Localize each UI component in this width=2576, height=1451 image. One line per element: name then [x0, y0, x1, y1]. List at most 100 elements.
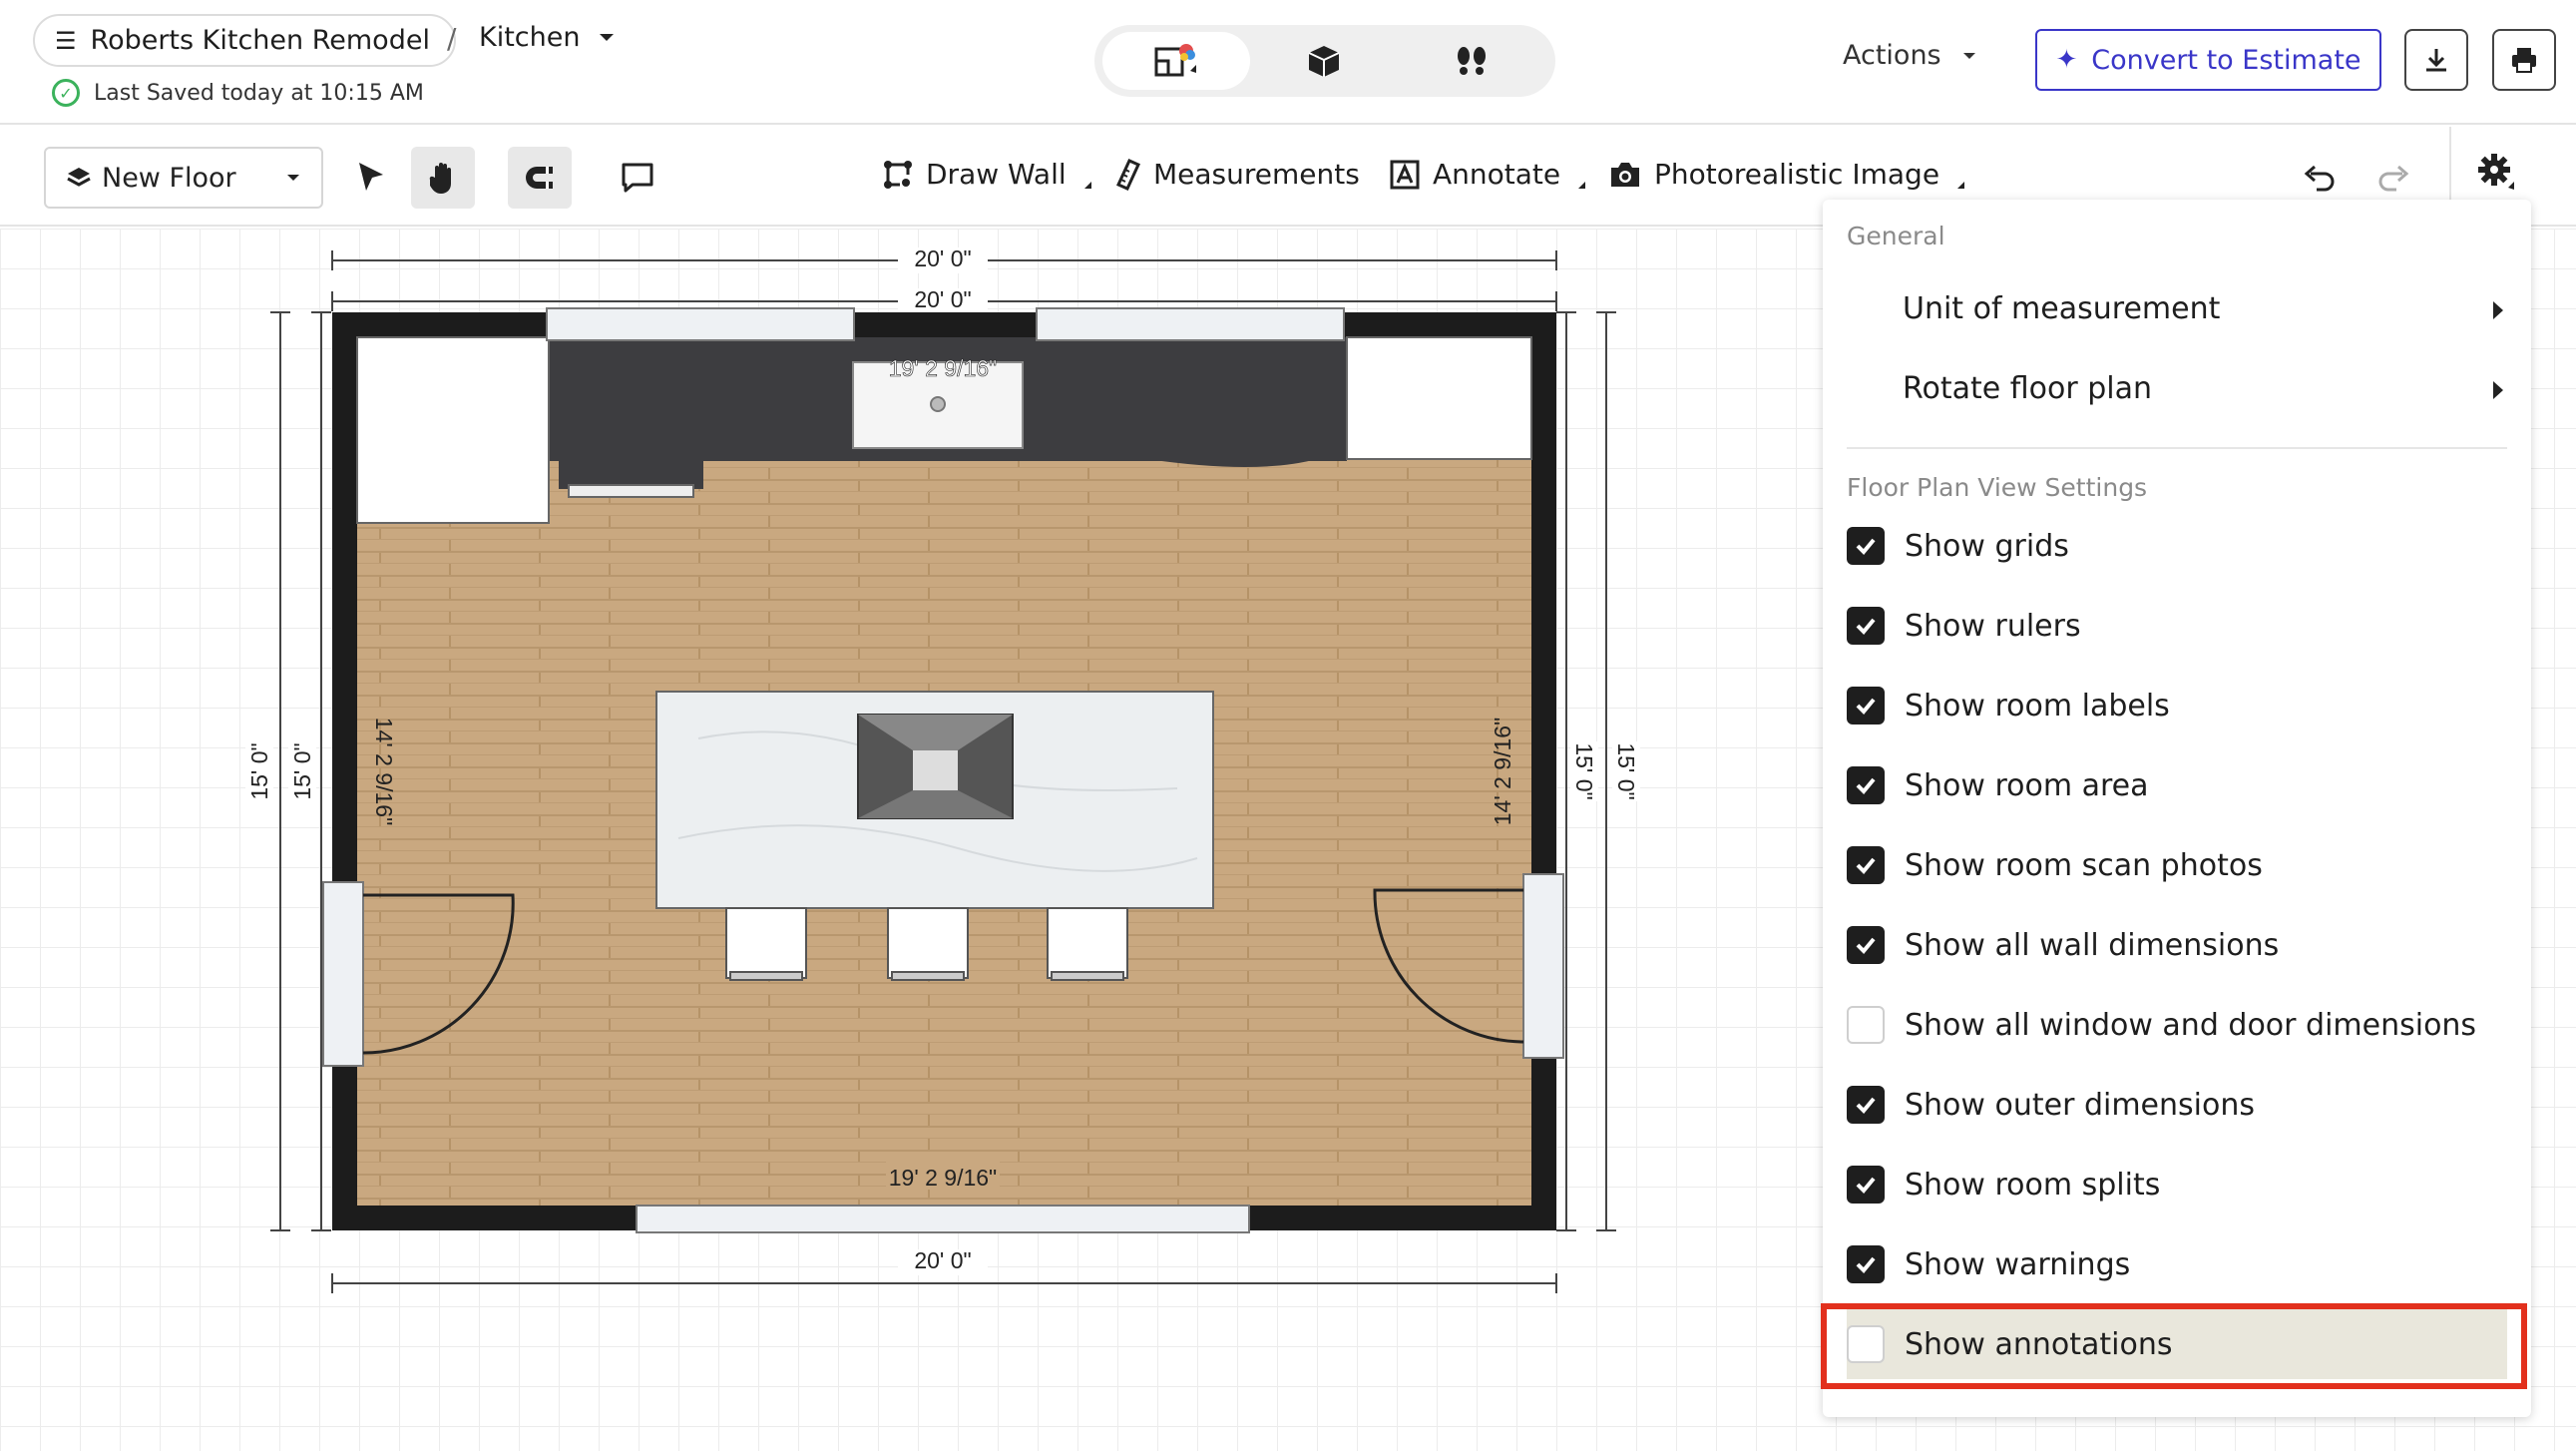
- actions-menu[interactable]: Actions: [1843, 40, 1977, 71]
- checkbox-checked-icon[interactable]: [1847, 687, 1885, 725]
- checkbox-checked-icon[interactable]: [1847, 846, 1885, 884]
- view-option-show-all-wall-dimensions[interactable]: Show all wall dimensions: [1847, 910, 2507, 980]
- view-option-show-room-scan-photos[interactable]: Show room scan photos: [1847, 830, 2507, 900]
- view-option-show-room-splits[interactable]: Show room splits: [1847, 1150, 2507, 1219]
- window[interactable]: [546, 307, 855, 341]
- room-selector[interactable]: Kitchen: [479, 22, 616, 53]
- left-outer-dimension: 15' 0": [246, 742, 272, 799]
- floor-selector[interactable]: New Floor: [44, 147, 323, 209]
- general-heading: General: [1847, 222, 1945, 250]
- checkbox-checked-icon[interactable]: [1847, 607, 1885, 645]
- view-option-show-grids[interactable]: Show grids: [1847, 511, 2507, 581]
- right-inner-dimension: 15' 0": [1571, 742, 1597, 799]
- view-option-show-room-labels[interactable]: Show room labels: [1847, 671, 2507, 740]
- print-button[interactable]: [2492, 29, 2556, 91]
- view-option-show-room-area[interactable]: Show room area: [1847, 750, 2507, 820]
- unit-of-measurement-item[interactable]: Unit of measurement: [1903, 291, 2501, 326]
- inner-top-dimension: 20' 0": [914, 286, 971, 312]
- checkbox-checked-icon[interactable]: [1847, 1086, 1885, 1124]
- door-frame[interactable]: [1522, 873, 1564, 1059]
- menu-divider: [1847, 447, 2507, 449]
- annotate-tool[interactable]: Annotate: [1389, 158, 1586, 191]
- draw-wall-icon: [884, 160, 912, 189]
- pan-tool[interactable]: [411, 147, 475, 209]
- door-frame[interactable]: [322, 881, 364, 1067]
- measurements-label: Measurements: [1153, 158, 1360, 191]
- magnet-icon: [526, 167, 553, 189]
- right-wall-label: 14' 2 9/16": [1490, 718, 1515, 825]
- settings-button[interactable]: [2464, 141, 2528, 203]
- top-header: ☰ Roberts Kitchen Remodel / Kitchen ✓ La…: [0, 0, 2576, 125]
- checkbox-checked-icon[interactable]: [1847, 527, 1885, 565]
- project-name: Roberts Kitchen Remodel: [90, 25, 430, 56]
- view-settings-heading: Floor Plan View Settings: [1847, 473, 2148, 502]
- window[interactable]: [636, 1205, 1250, 1233]
- cube-icon: [1308, 46, 1340, 77]
- redo-icon: [2378, 165, 2409, 192]
- checkbox-checked-icon[interactable]: [1847, 926, 1885, 964]
- chevron-right-icon: [2493, 381, 2503, 399]
- draw-wall-tool[interactable]: Draw Wall: [882, 158, 1091, 191]
- ruler-icon: [1116, 158, 1140, 191]
- left-wall-label: 14' 2 9/16": [371, 718, 397, 825]
- comment-tool[interactable]: [606, 147, 669, 209]
- convert-to-estimate-button[interactable]: ✦ Convert to Estimate: [2035, 29, 2381, 91]
- window[interactable]: [1036, 307, 1345, 341]
- undo-icon: [2304, 165, 2335, 192]
- view-option-label: Show outer dimensions: [1905, 1087, 2255, 1123]
- check-circle-icon: ✓: [52, 79, 80, 107]
- measurements-tool[interactable]: Measurements: [1115, 158, 1360, 191]
- bottom-dimension: 20' 0": [914, 1247, 971, 1273]
- draw-wall-label: Draw Wall: [926, 158, 1067, 191]
- photorealistic-image-tool[interactable]: Photorealistic Image: [1608, 158, 1965, 191]
- snap-toggle[interactable]: [508, 147, 572, 209]
- checkbox-checked-icon[interactable]: [1847, 766, 1885, 804]
- view-mode-toggle: [1094, 25, 1555, 97]
- annotate-label: Annotate: [1433, 158, 1561, 191]
- hand-icon: [429, 163, 451, 194]
- highlight-annotation-box: [1821, 1303, 2527, 1389]
- select-tool[interactable]: [339, 147, 403, 209]
- view-option-label: Show all window and door dimensions: [1905, 1007, 2477, 1043]
- unit-label: Unit of measurement: [1903, 291, 2221, 326]
- view-option-show-rulers[interactable]: Show rulers: [1847, 591, 2507, 661]
- pointer-icon: [359, 163, 383, 191]
- checkbox-checked-icon[interactable]: [1847, 1166, 1885, 1204]
- rotate-floor-plan-item[interactable]: Rotate floor plan: [1903, 371, 2501, 406]
- floorplan-2d-view-button[interactable]: [1102, 32, 1250, 90]
- right-outer-dimension: 15' 0": [1613, 742, 1639, 799]
- bottom-wall-label: 19' 2 9/16": [889, 1165, 997, 1191]
- chevron-down-icon: [287, 175, 299, 181]
- settings-dropdown-menu: General Unit of measurement Rotate floor…: [1823, 200, 2531, 1417]
- outer-top-dimension: 20' 0": [914, 245, 971, 271]
- download-button[interactable]: [2404, 29, 2468, 91]
- 3d-view-button[interactable]: [1250, 32, 1398, 90]
- walkthrough-view-button[interactable]: [1398, 32, 1545, 90]
- room-name: Kitchen: [479, 22, 581, 53]
- sparkle-icon: ✦: [2055, 45, 2078, 75]
- project-breadcrumb[interactable]: ☰ Roberts Kitchen Remodel: [33, 14, 456, 67]
- top-wall-label: 19' 2 9/16": [889, 355, 997, 381]
- download-icon: [2426, 49, 2446, 72]
- actions-label: Actions: [1843, 40, 1941, 71]
- view-option-show-warnings[interactable]: Show warnings: [1847, 1229, 2507, 1299]
- chevron-down-icon: [600, 33, 615, 41]
- view-option-show-outer-dimensions[interactable]: Show outer dimensions: [1847, 1070, 2507, 1140]
- gear-icon: [2478, 154, 2514, 190]
- rotate-label: Rotate floor plan: [1903, 371, 2153, 406]
- breadcrumb-separator: /: [447, 22, 457, 55]
- bar-stools[interactable]: [725, 907, 1128, 981]
- menu-icon: ☰: [55, 26, 77, 55]
- camera-icon: [1611, 162, 1639, 187]
- floor-label: New Floor: [102, 162, 236, 194]
- checkbox-unchecked-icon[interactable]: [1847, 1006, 1885, 1044]
- view-option-label: Show all wall dimensions: [1905, 927, 2280, 963]
- view-option-label: Show room labels: [1905, 688, 2170, 724]
- view-option-show-all-window-and-door-dimensions[interactable]: Show all window and door dimensions: [1847, 990, 2507, 1060]
- right-cabinet[interactable]: [1346, 336, 1532, 460]
- left-cabinet[interactable]: [356, 336, 550, 524]
- photo-label: Photorealistic Image: [1654, 158, 1940, 191]
- checkbox-checked-icon[interactable]: [1847, 1245, 1885, 1283]
- view-option-label: Show rulers: [1905, 608, 2081, 644]
- submenu-indicator-icon: [1083, 182, 1091, 189]
